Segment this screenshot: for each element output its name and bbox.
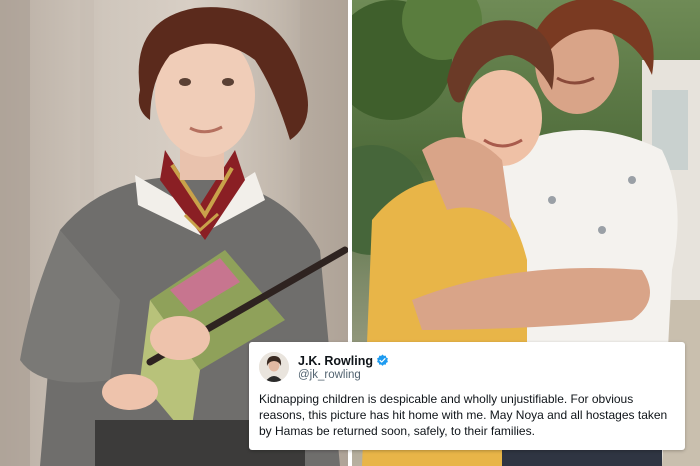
display-name-row: J.K. Rowling [298,354,389,368]
tweet-header: J.K. Rowling @jk_rowling [259,350,673,384]
tweet-text: Kidnapping children is despicable and wh… [259,392,668,438]
verified-badge-icon [377,354,388,366]
author-names: J.K. Rowling @jk_rowling [298,354,389,381]
profile-avatar[interactable] [259,352,289,382]
tweet-card[interactable]: J.K. Rowling @jk_rowling Kidnapping chil… [249,342,685,450]
display-name[interactable]: J.K. Rowling [298,354,373,368]
handle[interactable]: @jk_rowling [298,369,389,381]
avatar-portrait-icon [259,352,289,382]
